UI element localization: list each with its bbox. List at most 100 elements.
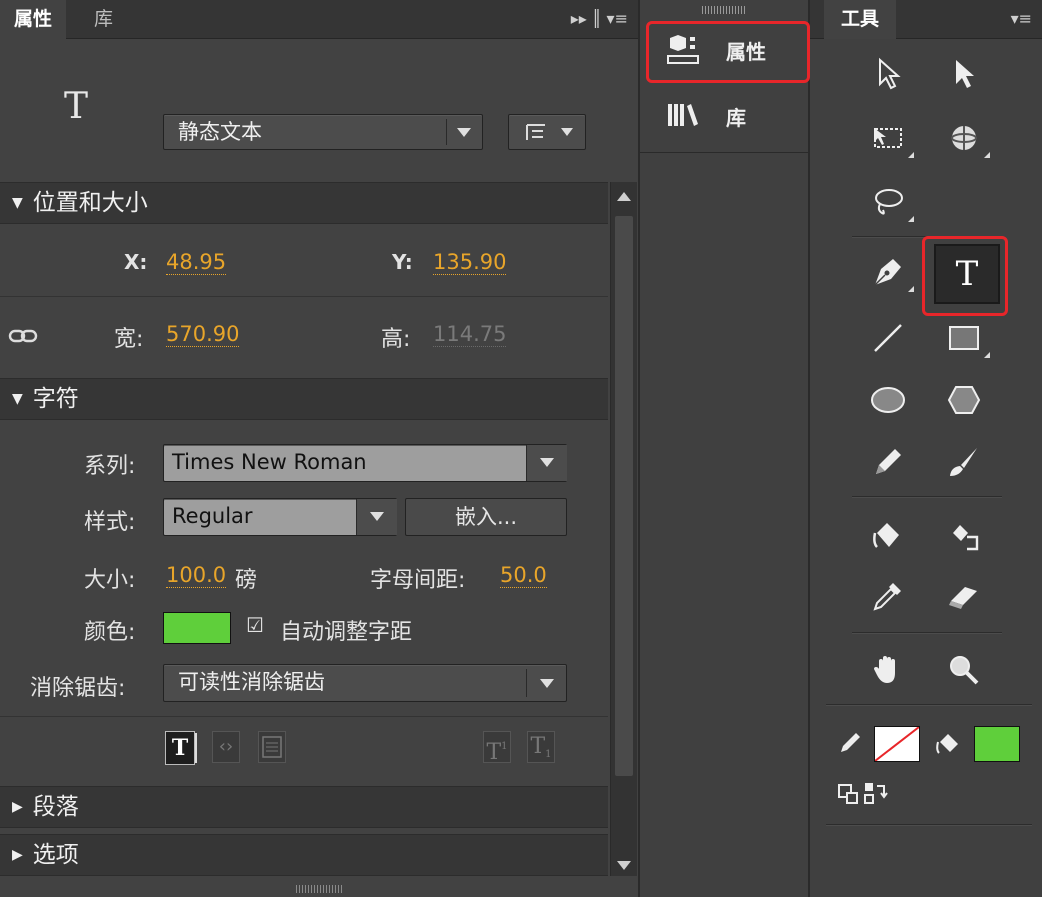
subselection-tool[interactable]	[938, 48, 990, 100]
size-value[interactable]: 100.0	[166, 563, 227, 588]
embed-button[interactable]: 嵌入...	[405, 498, 567, 536]
scroll-up-icon[interactable]	[617, 192, 631, 201]
line-tool[interactable]	[862, 312, 914, 364]
divider	[852, 632, 1002, 634]
eyedropper-tool[interactable]	[862, 570, 914, 622]
section-title: 位置和大小	[32, 190, 148, 216]
line-icon	[874, 324, 902, 352]
tab-properties[interactable]: 属性	[0, 0, 67, 39]
oval-icon	[871, 387, 905, 413]
eraser-icon	[949, 587, 977, 609]
subscript-button[interactable]: T1	[527, 731, 555, 763]
tools-header: 工具 ▾≡	[810, 0, 1042, 39]
width-value[interactable]: 570.90	[166, 322, 240, 347]
font-style-dropdown[interactable]: Regular	[163, 498, 397, 536]
lasso-tool[interactable]	[862, 176, 914, 228]
dropdown-arrow	[526, 445, 567, 481]
section-character[interactable]: ▼ 字符	[0, 378, 608, 420]
style-label: 样式:	[84, 510, 136, 535]
y-label: Y:	[392, 250, 413, 274]
pencil-tool[interactable]	[862, 436, 914, 488]
swap-colors-icon[interactable]	[864, 782, 888, 806]
letter-spacing-label: 字母间距:	[370, 568, 466, 593]
section-position-size[interactable]: ▼ 位置和大小	[0, 182, 608, 224]
tools-menu-icon[interactable]: ▾≡	[1011, 0, 1032, 38]
brush-icon	[950, 448, 977, 476]
section-title: 字符	[32, 386, 79, 412]
size-label: 大小:	[84, 568, 136, 593]
tools-tab[interactable]: 工具	[824, 0, 896, 39]
resize-grip[interactable]	[296, 885, 342, 893]
divider	[826, 704, 1032, 706]
text-color-swatch[interactable]	[163, 612, 231, 644]
chevron-down-icon	[540, 679, 554, 688]
render-html-button[interactable]: ‹›	[212, 731, 240, 763]
lasso-icon	[875, 189, 903, 215]
selection-tool[interactable]	[862, 48, 914, 100]
dropdown-arrow	[356, 499, 397, 535]
selectable-text-button[interactable]: T	[165, 731, 195, 765]
border-button[interactable]	[258, 731, 286, 763]
dropdown-arrow	[446, 119, 481, 145]
paint-bucket-tool[interactable]	[862, 510, 914, 562]
pen-tool[interactable]	[862, 246, 914, 298]
3d-rotation-tool[interactable]	[938, 112, 990, 164]
caret-right-icon: ▶	[12, 799, 23, 815]
magnifier-icon	[950, 656, 979, 685]
scroll-down-icon[interactable]	[617, 861, 631, 870]
pen-icon	[874, 259, 901, 286]
black-white-icon[interactable]	[838, 784, 860, 806]
y-value[interactable]: 135.90	[433, 250, 507, 275]
hand-icon	[874, 656, 895, 683]
x-label: X:	[124, 250, 148, 274]
width-label: 宽:	[114, 327, 144, 352]
antialias-dropdown[interactable]: 可读性消除锯齿	[163, 664, 567, 702]
collapsed-panel-dock: 属性 库	[640, 0, 810, 897]
stroke-color-swatch[interactable]	[874, 726, 920, 762]
free-transform-tool[interactable]	[862, 112, 914, 164]
rectangle-tool[interactable]	[938, 312, 990, 364]
ink-bottle-tool[interactable]	[938, 510, 990, 562]
section-title: 选项	[32, 842, 79, 868]
antialias-value: 可读性消除锯齿	[178, 670, 325, 694]
dock-item-library[interactable]: 库	[650, 90, 806, 142]
rectangle-icon	[949, 326, 979, 350]
family-label: 系列:	[84, 454, 136, 479]
panel-menu-icon[interactable]: ▸▸ ║ ▾≡	[571, 0, 628, 38]
x-value[interactable]: 48.95	[166, 250, 227, 275]
submenu-indicator	[908, 216, 914, 222]
highlight-box	[922, 236, 1008, 316]
link-icon[interactable]	[8, 326, 40, 346]
section-options[interactable]: ▶ 选项	[0, 834, 608, 876]
globe-icon	[951, 126, 977, 150]
oval-tool[interactable]	[862, 374, 914, 426]
divider	[0, 716, 608, 717]
properties-panel: 属性 库 ▸▸ ║ ▾≡ T 静态文本 ▼ 位置和大小 X: 48.95 Y: 1…	[0, 0, 640, 897]
zoom-tool[interactable]	[938, 644, 990, 696]
eraser-tool[interactable]	[938, 570, 990, 622]
letter-spacing-value[interactable]: 50.0	[500, 563, 547, 588]
text-orientation-dropdown[interactable]	[508, 114, 586, 150]
size-unit: 磅	[235, 568, 258, 593]
dock-grip[interactable]	[702, 6, 746, 14]
section-paragraph[interactable]: ▶ 段落	[0, 786, 608, 828]
kerning-checkbox[interactable]: ☑	[246, 613, 264, 637]
polystar-tool[interactable]	[938, 374, 990, 426]
text-type-dropdown[interactable]: 静态文本	[163, 114, 483, 150]
hand-tool[interactable]	[862, 644, 914, 696]
tab-library[interactable]: 库	[80, 0, 127, 38]
brush-tool[interactable]	[938, 436, 990, 488]
properties-scrollbar[interactable]	[610, 182, 637, 876]
hexagon-icon	[947, 386, 981, 414]
caret-down-icon: ▼	[12, 195, 23, 211]
scroll-thumb[interactable]	[615, 216, 633, 776]
border-icon	[262, 736, 282, 758]
height-label: 高:	[381, 327, 411, 352]
font-style-value: Regular	[172, 504, 253, 528]
fill-bucket-icon	[936, 734, 958, 754]
font-family-dropdown[interactable]: Times New Roman	[163, 444, 567, 482]
superscript-button[interactable]: T1	[483, 731, 511, 765]
fill-color-swatch[interactable]	[974, 726, 1020, 762]
eyedropper-icon	[873, 583, 901, 611]
library-icon	[668, 104, 698, 126]
